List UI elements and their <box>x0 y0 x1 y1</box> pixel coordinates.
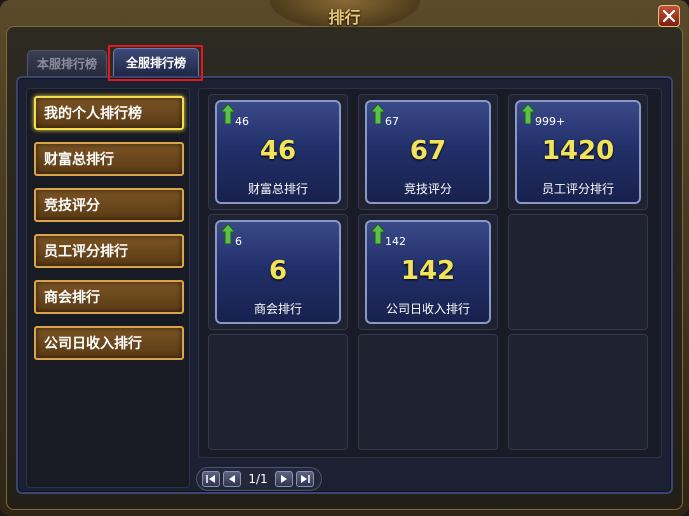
current-rank: 46 <box>259 136 297 166</box>
last-page-button[interactable] <box>296 471 314 487</box>
current-rank: 6 <box>268 256 288 286</box>
rank-card-label: 公司日收入排行 <box>385 302 470 316</box>
rank-card-wealth[interactable]: 46 46 财富总排行 <box>215 100 341 204</box>
rank-card-daily-income[interactable]: 142 142 公司日收入排行 <box>365 220 491 324</box>
sidebar-item-daily-income-ranking[interactable]: 公司日收入排行 <box>34 326 184 360</box>
sidebar-item-employee-score-ranking[interactable]: 员工评分排行 <box>34 234 184 268</box>
pagination: 1/1 <box>196 467 322 491</box>
rank-card-guild[interactable]: 6 6 商会排行 <box>215 220 341 324</box>
next-page-icon <box>281 475 287 483</box>
current-rank: 142 <box>400 256 456 286</box>
current-rank: 67 <box>409 136 447 166</box>
previous-rank: 67 <box>385 115 399 128</box>
up-arrow-icon <box>371 104 385 124</box>
rank-card-label: 竞技评分 <box>403 182 452 196</box>
grid-cell-empty <box>508 214 648 330</box>
prev-page-button[interactable] <box>223 471 241 487</box>
previous-rank: 46 <box>235 115 249 128</box>
rank-card-label: 员工评分排行 <box>541 182 614 196</box>
up-arrow-icon <box>521 104 535 124</box>
tab-all-server-ranking[interactable]: 全服排行榜 <box>113 48 199 76</box>
window-title: 排行 <box>328 8 361 27</box>
previous-rank: 142 <box>385 235 406 248</box>
rank-card-employee[interactable]: 999+ 1420 员工评分排行 <box>515 100 641 204</box>
sidebar-item-guild-ranking[interactable]: 商会排行 <box>34 280 184 314</box>
first-page-button[interactable] <box>202 471 220 487</box>
up-arrow-icon <box>371 224 385 244</box>
grid-cell-empty <box>508 334 648 450</box>
page-indicator: 1/1 <box>248 472 268 486</box>
next-page-button[interactable] <box>275 471 293 487</box>
grid-cell-empty <box>208 334 348 450</box>
up-arrow-icon <box>221 224 235 244</box>
grid-cell-empty <box>358 334 498 450</box>
rank-card-arena[interactable]: 67 67 竞技评分 <box>365 100 491 204</box>
sidebar-item-my-ranking[interactable]: 我的个人排行榜 <box>34 96 184 130</box>
first-page-icon <box>206 475 215 483</box>
prev-page-icon <box>229 475 235 483</box>
last-page-icon <box>301 475 310 483</box>
current-rank: 1420 <box>541 136 615 166</box>
close-icon <box>663 10 675 22</box>
tab-local-server-ranking[interactable]: 本服排行榜 <box>27 50 107 76</box>
rank-card-label: 商会排行 <box>253 302 302 316</box>
previous-rank: 999+ <box>535 115 566 128</box>
close-button[interactable] <box>658 5 680 27</box>
sidebar-item-arena-score[interactable]: 竞技评分 <box>34 188 184 222</box>
previous-rank: 6 <box>235 235 242 248</box>
rank-card-label: 财富总排行 <box>247 182 308 196</box>
sidebar-item-wealth-ranking[interactable]: 财富总排行 <box>34 142 184 176</box>
up-arrow-icon <box>221 104 235 124</box>
